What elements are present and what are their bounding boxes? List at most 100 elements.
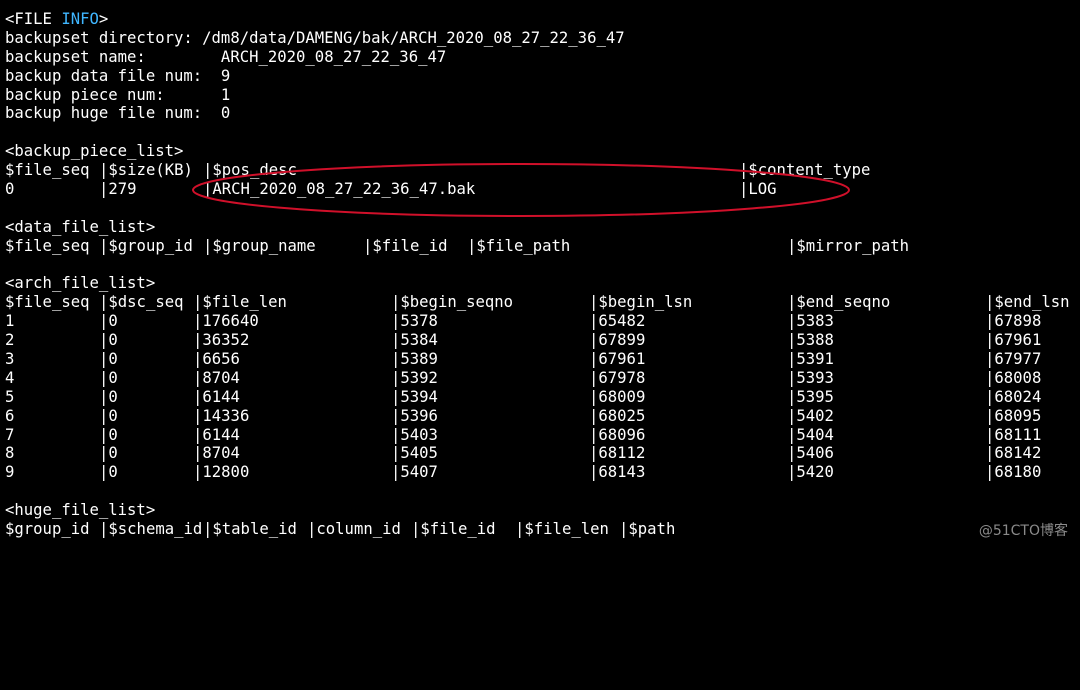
table-cell: |65482 <box>589 312 646 331</box>
table-cell: |5402 <box>787 406 834 425</box>
table-cell: |5378 <box>391 312 438 331</box>
file-info-row: backup data file num: 9 <box>5 66 231 85</box>
table-cell: 7 <box>5 425 15 444</box>
table-cell: |5389 <box>391 350 438 369</box>
table-cell: |67898 <box>985 312 1042 331</box>
header-cell: $group_id <box>5 520 90 539</box>
arch-file-row: 5 |0 |6144 |5394 |68009 |5395 |68024 <box>5 388 1080 407</box>
table-cell: |279 <box>99 180 137 199</box>
table-cell: |67899 <box>589 331 646 350</box>
header-cell: |$begin_lsn <box>589 293 693 312</box>
table-cell: 2 <box>5 331 15 350</box>
table-cell: |0 <box>99 406 118 425</box>
header-cell: |$file_id <box>363 236 448 255</box>
huge-file-header-row: $group_id |$schema_id |$table_id |column… <box>5 520 1080 539</box>
table-cell: |176640 <box>193 312 259 331</box>
header-cell: |$file_len <box>193 293 287 312</box>
arch-file-row: 9 |0 |12800 |5407 |68143 |5420 |68180 <box>5 463 1080 482</box>
file-info-tag-keyword: INFO <box>61 10 99 28</box>
table-cell: |5405 <box>391 444 438 463</box>
table-cell: |0 <box>99 387 118 406</box>
table-cell: |5388 <box>787 331 834 350</box>
header-cell: |$mirror_path <box>787 236 910 255</box>
header-cell: |$group_id <box>99 236 193 255</box>
table-cell: 9 <box>5 463 15 482</box>
table-cell: |ARCH_2020_08_27_22_36_47.bak <box>203 180 476 199</box>
terminal-output: <FILE INFO> backupset directory: /dm8/da… <box>5 10 1080 539</box>
table-cell: |5384 <box>391 331 438 350</box>
header-cell: |$path <box>619 520 676 539</box>
table-cell: |8704 <box>193 368 240 387</box>
file-info-tag-prefix: <FILE <box>5 10 62 28</box>
arch-file-row: 7 |0 |6144 |5403 |68096 |5404 |68111 <box>5 426 1080 445</box>
table-cell: |68024 <box>985 387 1042 406</box>
table-cell: |5404 <box>787 425 834 444</box>
table-cell: |67977 <box>985 350 1042 369</box>
arch-file-row: 8 |0 |8704 |5405 |68112 |5406 |68142 <box>5 444 1080 463</box>
table-cell: 5 <box>5 387 15 406</box>
table-cell: |67961 <box>589 350 646 369</box>
table-cell: |14336 <box>193 406 250 425</box>
huge-file-list-tag: <huge_file_list> <box>5 501 156 520</box>
table-cell: |5396 <box>391 406 438 425</box>
backup-piece-list-tag: <backup_piece_list> <box>5 142 184 161</box>
table-cell: |68143 <box>589 463 646 482</box>
table-cell: |67961 <box>985 331 1042 350</box>
table-cell: |68008 <box>985 368 1042 387</box>
arch-file-row: 2 |0 |36352 |5384 |67899 |5388 |67961 <box>5 331 1080 350</box>
file-info-row: backup piece num: 1 <box>5 85 231 104</box>
file-info-row: backupset name: ARCH_2020_08_27_22_36_47 <box>5 47 447 66</box>
arch-file-row: 3 |0 |6656 |5389 |67961 |5391 |67977 <box>5 350 1080 369</box>
table-cell: 0 <box>5 180 15 199</box>
table-cell: |6144 <box>193 387 240 406</box>
arch-file-rows: 1 |0 |176640 |5378 |65482 |5383 |67898 2 |0 |3635… <box>5 312 1080 482</box>
header-cell: |$size(KB) <box>99 161 193 180</box>
table-cell: |8704 <box>193 444 240 463</box>
header-cell: |$dsc_seq <box>99 293 184 312</box>
table-cell: |36352 <box>193 331 250 350</box>
header-cell: $file_seq <box>5 236 90 255</box>
table-cell: |5391 <box>787 350 834 369</box>
table-cell: 1 <box>5 312 15 331</box>
header-cell: |$schema_id <box>99 520 203 539</box>
table-cell: |68142 <box>985 444 1042 463</box>
table-cell: 8 <box>5 444 15 463</box>
header-cell: |$table_id <box>203 520 297 539</box>
table-cell: |0 <box>99 425 118 444</box>
header-cell: |column_id <box>307 520 401 539</box>
table-cell: |5420 <box>787 463 834 482</box>
table-cell: |12800 <box>193 463 250 482</box>
table-cell: |6144 <box>193 425 240 444</box>
file-info-tag: <FILE INFO> <box>5 10 1080 29</box>
header-cell: $file_seq <box>5 293 90 312</box>
table-cell: |68180 <box>985 463 1042 482</box>
table-cell: |5403 <box>391 425 438 444</box>
table-cell: |68095 <box>985 406 1042 425</box>
table-cell: 3 <box>5 350 15 369</box>
header-cell: |$file_path <box>467 236 571 255</box>
table-cell: |0 <box>99 350 118 369</box>
header-cell: |$file_id <box>411 520 496 539</box>
table-cell: |LOG <box>739 180 777 199</box>
header-cell: |$pos_desc <box>203 161 297 180</box>
table-cell: |0 <box>99 444 118 463</box>
file-info-row: backupset directory: /dm8/data/DAMENG/ba… <box>5 28 625 47</box>
arch-file-header-row: $file_seq |$dsc_seq |$file_len |$begin_s… <box>5 293 1080 312</box>
table-cell: |6656 <box>193 350 240 369</box>
table-cell: |0 <box>99 463 118 482</box>
header-cell: |$content_type <box>739 161 871 180</box>
arch-file-row: 4 |0 |8704 |5392 |67978 |5393 |68008 <box>5 369 1080 388</box>
table-cell: |5394 <box>391 387 438 406</box>
header-cell: |$begin_seqno <box>391 293 514 312</box>
table-cell: |5393 <box>787 368 834 387</box>
header-cell: |$end_seqno <box>787 293 891 312</box>
table-cell: |5392 <box>391 368 438 387</box>
table-cell: |5407 <box>391 463 438 482</box>
table-cell: |0 <box>99 331 118 350</box>
file-info-tag-suffix: > <box>98 10 109 28</box>
table-cell: |68112 <box>589 444 646 463</box>
watermark: @51CTO博客 <box>978 523 1068 539</box>
